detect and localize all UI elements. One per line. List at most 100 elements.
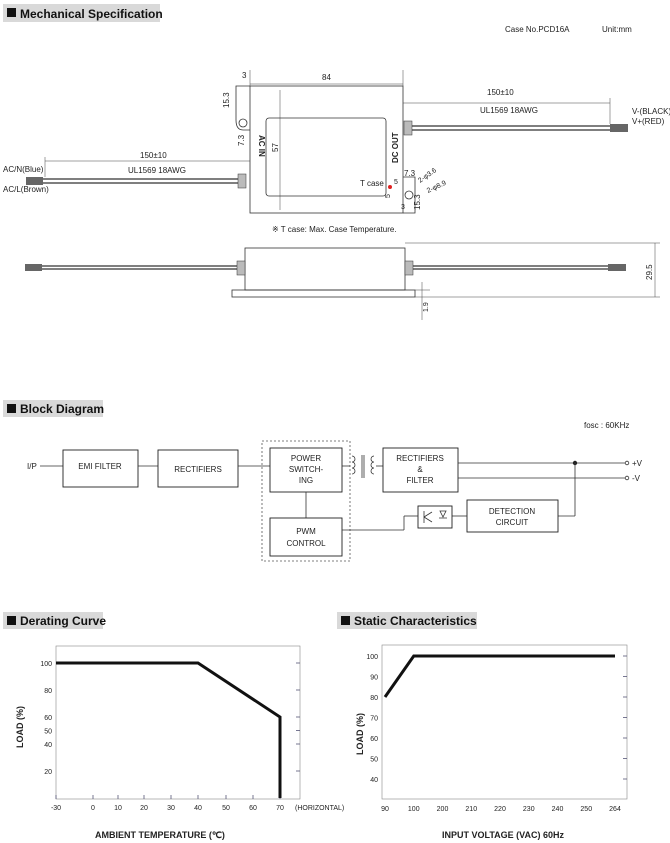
derating-line: [56, 661, 282, 798]
x-tick-label: 10: [114, 805, 122, 812]
dim-width: 84: [322, 73, 331, 82]
unit-label: Unit:mm: [602, 25, 632, 34]
y-tick-label: 40: [370, 777, 378, 784]
y-axis-label: LOAD (%): [355, 713, 365, 755]
y-tick-label: 100: [40, 661, 52, 668]
dim-hole-bottom: 15.3: [413, 194, 422, 210]
derating-chart: LOAD (%) AMBIENT TEMPERATURE (℃) (HORIZO…: [15, 645, 344, 840]
x-tick-label: 90: [381, 806, 389, 813]
x-tick-label: 40: [194, 805, 202, 812]
y-tick-label: 60: [44, 715, 52, 722]
pwm-label-2: CONTROL: [286, 539, 326, 548]
pwm-control-block: [269, 517, 343, 557]
rect2-label-2: &: [417, 465, 423, 474]
in-wire-length: 150±10: [140, 151, 167, 160]
x-axis-label: AMBIENT TEMPERATURE (℃): [95, 830, 225, 840]
psw-label-1: POWER: [291, 454, 321, 463]
psw-label-2: SWITCH-: [289, 465, 324, 474]
dim-hole-inset: 7.3: [237, 134, 246, 146]
square-bullet-icon: [7, 616, 16, 625]
x-tick-label: 70: [276, 805, 284, 812]
vplus-label: +V: [632, 459, 643, 468]
rect2-label-3: FILTER: [407, 476, 434, 485]
static-characteristics-chart: LOAD (%) INPUT VOLTAGE (VAC) 60Hz 90 100 2…: [355, 644, 628, 840]
section-title: Derating Curve: [20, 614, 106, 628]
dim-side-height: 29.5: [645, 264, 654, 280]
tcase-label: T case: [360, 179, 384, 188]
out-wire-spec: UL1569 18AWG: [480, 106, 538, 115]
pwm-label-1: PWM: [296, 527, 316, 536]
dim-tcase-h: 5: [394, 179, 398, 186]
x-axis-label: INPUT VOLTAGE (VAC) 60Hz: [442, 830, 565, 840]
x-tick-label: 230: [523, 806, 535, 813]
x-tick-label: -30: [51, 805, 61, 812]
y-tick-label: 50: [370, 757, 378, 764]
rect2-label-1: RECTIFIERS: [396, 454, 444, 463]
y-tick-label: 40: [44, 742, 52, 749]
block-diagram: I/P EMI FILTER RECTIFIERS POWER SWITCH- …: [27, 440, 643, 562]
input-label: I/P: [27, 462, 37, 471]
detect-label-2: CIRCUIT: [496, 518, 529, 527]
out-wire-length: 150±10: [487, 88, 514, 97]
x-tick-label: 240: [552, 806, 564, 813]
x-tick-label: 60: [249, 805, 257, 812]
vminus-label: -V: [632, 474, 641, 483]
case-number: Case No.PCD16A: [505, 25, 570, 34]
dc-out-label: DC OUT: [391, 132, 400, 163]
y-tick-label: 90: [370, 675, 378, 682]
ac-in-label: AC IN: [257, 135, 266, 157]
x-tick-label: 50: [222, 805, 230, 812]
hole-large: 2-φ8.9: [426, 180, 448, 195]
section-title: Block Diagram: [20, 402, 104, 416]
fosc-label: fosc : 60KHz: [584, 421, 629, 430]
detect-label-1: DETECTION: [489, 507, 535, 516]
y-tick-label: 80: [44, 688, 52, 695]
x-tick-label: 20: [140, 805, 148, 812]
block-section-header: Block Diagram: [3, 400, 104, 417]
hole-small: 2-φ3.6: [417, 167, 438, 185]
x-extra-label: (HORIZONTAL): [295, 805, 344, 812]
x-tick-label: 30: [167, 805, 175, 812]
dim-hole-top: 15.3: [222, 92, 231, 108]
rectifiers-label: RECTIFIERS: [174, 465, 222, 474]
y-tick-label: 50: [44, 729, 52, 736]
y-tick-label: 60: [370, 736, 378, 743]
x-tick-label: 264: [609, 806, 621, 813]
static-line: [383, 654, 615, 698]
tcase-point: [388, 185, 392, 189]
optocoupler-icon: [417, 505, 453, 529]
dim-height: 57: [271, 143, 280, 152]
dim-side-foot: 1.9: [423, 302, 430, 312]
dim-tab-bottom: 3: [401, 204, 405, 211]
transformer-icon: [342, 455, 383, 478]
detection-circuit-block: [466, 499, 559, 533]
in-neutral-label: AC/N(Blue): [3, 165, 44, 174]
in-line-label: AC/L(Brown): [3, 185, 49, 194]
x-tick-label: 220: [494, 806, 506, 813]
x-tick-label: 210: [465, 806, 477, 813]
y-tick-label: 80: [370, 695, 378, 702]
x-tick-label: 0: [91, 805, 95, 812]
y-tick-label: 20: [44, 769, 52, 776]
dim-tcase-v: 5: [385, 194, 392, 198]
out-neg-label: V-(BLACK): [632, 107, 670, 116]
mechanical-section-header: Mechanical Specification: [3, 4, 163, 22]
static-section-header: Static Characteristics: [337, 612, 477, 629]
derating-section-header: Derating Curve: [3, 612, 106, 629]
x-tick-label: 250: [580, 806, 592, 813]
x-tick-label: 200: [437, 806, 449, 813]
square-bullet-icon: [341, 616, 350, 625]
in-wire-spec: UL1569 18AWG: [128, 166, 186, 175]
x-tick-label: 100: [408, 806, 420, 813]
tcase-note: ※ T case: Max. Case Temperature.: [272, 225, 397, 234]
square-bullet-icon: [7, 8, 16, 17]
side-view-drawing: 29.5 1.9: [25, 242, 660, 320]
section-title: Static Characteristics: [354, 614, 477, 628]
square-bullet-icon: [7, 404, 16, 413]
datasheet-page: Mechanical Specification Case No.PCD16A …: [3, 4, 670, 840]
y-axis-label: LOAD (%): [15, 706, 25, 748]
section-title: Mechanical Specification: [20, 7, 163, 21]
dim-tab: 3: [242, 71, 247, 80]
y-tick-label: 100: [366, 654, 378, 661]
out-pos-label: V+(RED): [632, 117, 665, 126]
